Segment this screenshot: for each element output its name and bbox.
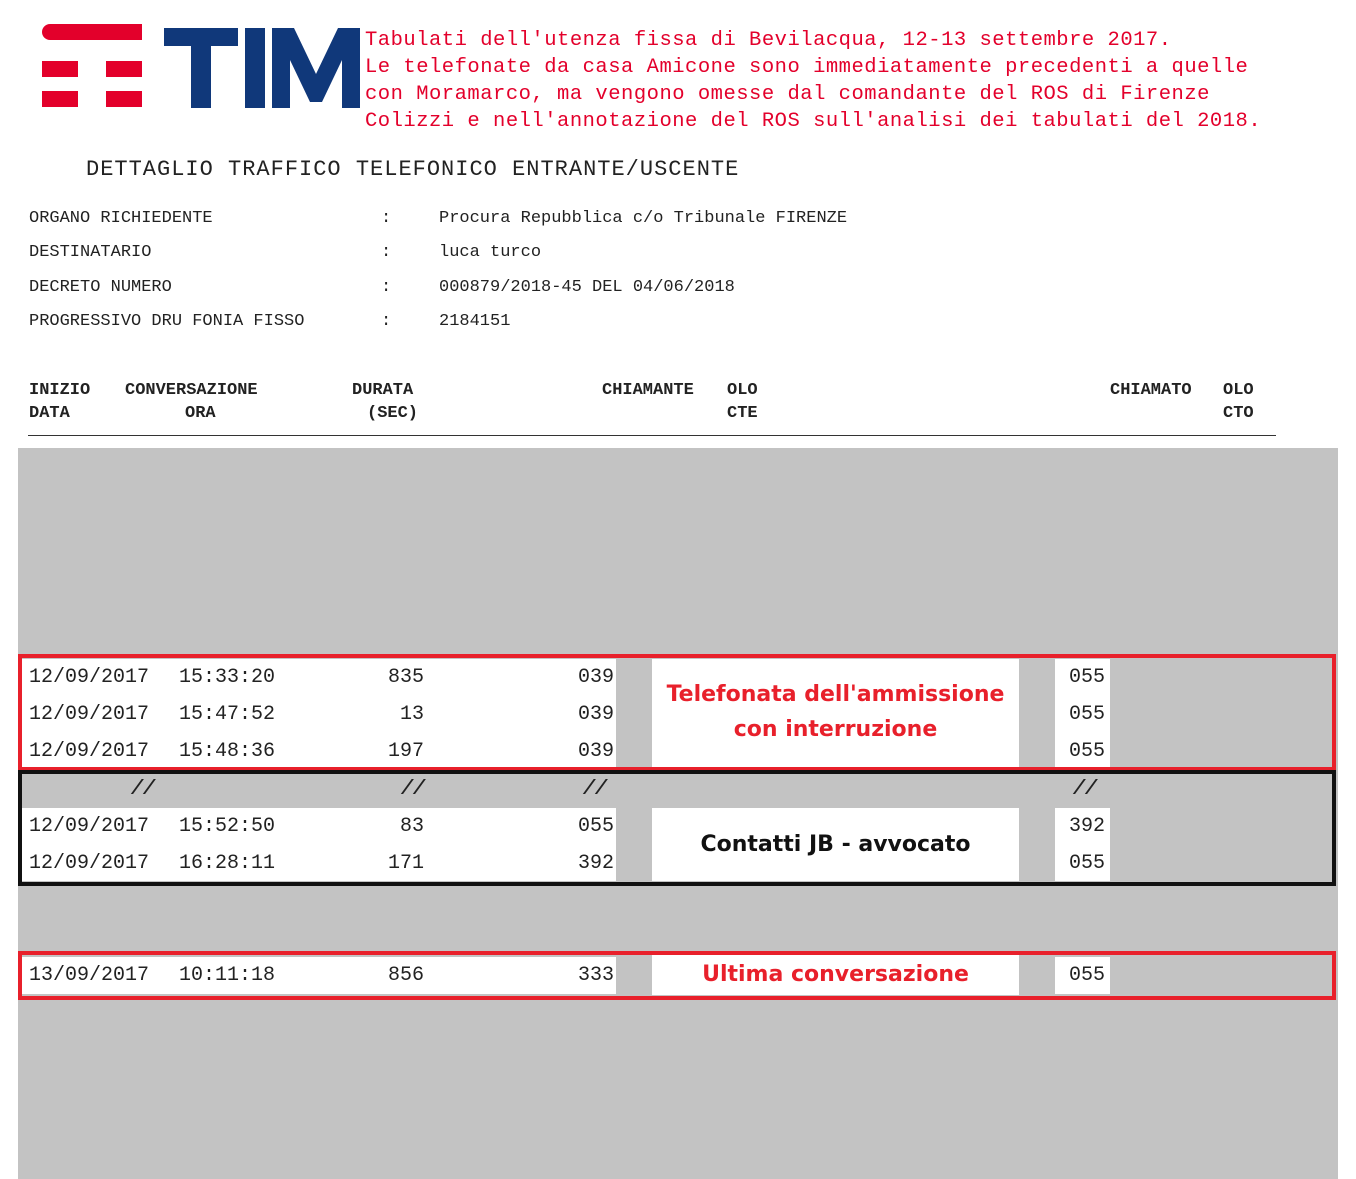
header-divider	[28, 435, 1276, 436]
note-line: Colizzi e nell'annotazione del ROS sull'…	[365, 110, 1262, 133]
meta-colon: :	[381, 278, 392, 297]
meta-value: Procura Repubblica c/o Tribunale FIRENZE	[439, 209, 848, 228]
logo-stripe	[42, 61, 78, 77]
logo-letter-i	[245, 28, 265, 108]
header-olo-cte: OLO	[727, 381, 758, 400]
document-title: DETTAGLIO TRAFFICO TELEFONICO ENTRANTE/U…	[86, 157, 740, 182]
meta-label: DESTINATARIO	[29, 243, 152, 262]
meta-value: luca turco	[439, 243, 542, 262]
tim-logo	[42, 24, 362, 114]
meta-colon: :	[381, 312, 392, 331]
logo-letter-t	[191, 28, 211, 108]
header-sec: (SEC)	[367, 404, 419, 423]
red-highlight-frame	[18, 951, 1336, 1000]
logo-stripe	[106, 61, 142, 77]
header-chiamante: CHIAMANTE	[602, 381, 694, 400]
header-cto: CTO	[1223, 404, 1254, 423]
header-data: DATA	[29, 404, 70, 423]
black-highlight-frame	[18, 770, 1336, 886]
header-durata: DURATA	[352, 381, 414, 400]
header-inizio: INIZIO	[29, 381, 91, 400]
red-highlight-frame	[18, 654, 1336, 771]
logo-stripe	[42, 24, 142, 40]
meta-colon: :	[381, 243, 392, 262]
meta-colon: :	[381, 209, 392, 228]
header-conversazione: CONVERSAZIONE	[125, 381, 258, 400]
note-line: Le telefonate da casa Amicone sono immed…	[365, 56, 1249, 79]
meta-label: ORGANO RICHIEDENTE	[29, 209, 213, 228]
header-chiamato: CHIAMATO	[1110, 381, 1192, 400]
meta-label: DECRETO NUMERO	[29, 278, 172, 297]
logo-letter-m	[272, 28, 360, 108]
red-note: Tabulati dell'utenza fissa di Bevilacqua…	[365, 27, 1355, 135]
meta-label: PROGRESSIVO DRU FONIA FISSO	[29, 312, 305, 331]
logo-stripe	[106, 91, 142, 107]
header-cte: CTE	[727, 404, 758, 423]
header-olo-cto: OLO	[1223, 381, 1254, 400]
note-line: con Moramarco, ma vengono omesse dal com…	[365, 83, 1210, 106]
header-ora: ORA	[185, 404, 216, 423]
logo-stripe	[42, 91, 78, 107]
meta-value: 000879/2018-45 DEL 04/06/2018	[439, 278, 735, 297]
note-line: Tabulati dell'utenza fissa di Bevilacqua…	[365, 29, 1172, 52]
meta-value: 2184151	[439, 312, 511, 331]
